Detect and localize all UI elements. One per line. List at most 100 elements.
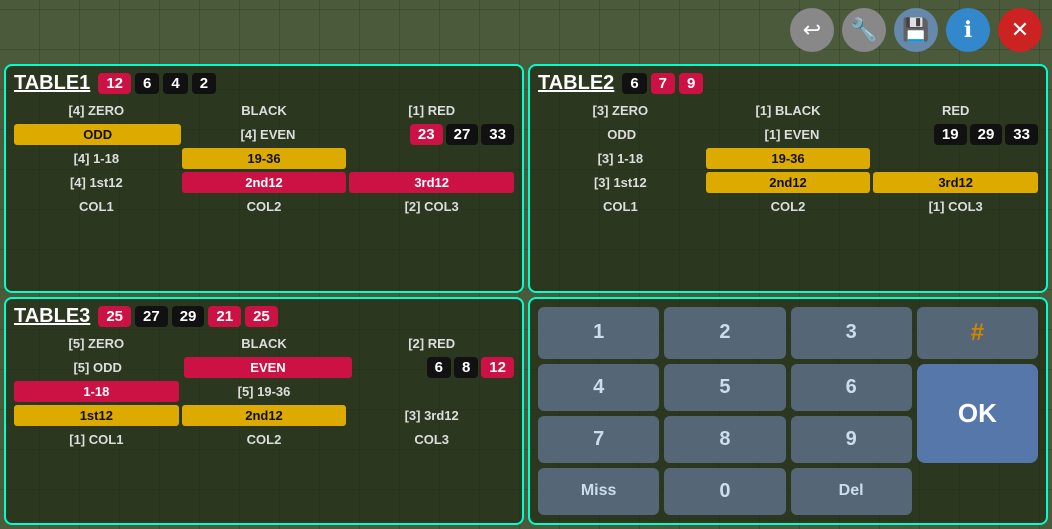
toolbar: ↩ 🔧 💾 ℹ ✕ bbox=[790, 8, 1042, 52]
t1-1936[interactable]: 19-36 bbox=[182, 148, 347, 169]
t2-col2[interactable]: COL2 bbox=[706, 196, 871, 217]
table3-row-4: [1] COL1 COL2 COL3 bbox=[14, 429, 514, 450]
t3-1st12[interactable]: 1st12 bbox=[14, 405, 179, 426]
t3-black[interactable]: BLACK bbox=[182, 333, 347, 354]
wrench-button[interactable]: 🔧 bbox=[842, 8, 886, 52]
t2-black[interactable]: [1] BLACK bbox=[706, 100, 871, 121]
table3-panel: TABLE3 25 27 29 21 25 [5] ZERO BLACK [2]… bbox=[4, 297, 524, 526]
back-button[interactable]: ↩ bbox=[790, 8, 834, 52]
table2-row-0: [3] ZERO [1] BLACK RED bbox=[538, 100, 1038, 121]
t3-3rd12[interactable]: [3] 3rd12 bbox=[349, 405, 514, 426]
t3-extra-12: 12 bbox=[481, 357, 514, 378]
t1-extra-27: 27 bbox=[446, 124, 479, 145]
key-del[interactable]: Del bbox=[791, 468, 912, 515]
t1-3rd12[interactable]: 3rd12 bbox=[349, 172, 514, 193]
key-4[interactable]: 4 bbox=[538, 364, 659, 411]
t3-odd[interactable]: [5] ODD bbox=[14, 357, 181, 378]
key-miss[interactable]: Miss bbox=[538, 468, 659, 515]
key-5[interactable]: 5 bbox=[664, 364, 785, 411]
t2-extra-29: 29 bbox=[970, 124, 1003, 145]
table1-badge-3: 2 bbox=[192, 73, 216, 94]
t3-1936[interactable]: [5] 19-36 bbox=[182, 381, 347, 402]
t2-118[interactable]: [3] 1-18 bbox=[538, 148, 703, 169]
t2-empty bbox=[873, 156, 1038, 162]
t2-1936[interactable]: 19-36 bbox=[706, 148, 871, 169]
t1-col1[interactable]: COL1 bbox=[14, 196, 179, 217]
t1-extra-23: 23 bbox=[410, 124, 443, 145]
key-7[interactable]: 7 bbox=[538, 416, 659, 463]
table3-row-3: 1st12 2nd12 [3] 3rd12 bbox=[14, 405, 514, 426]
table1-row-3: [4] 1st12 2nd12 3rd12 bbox=[14, 172, 514, 193]
table3-badge-3: 21 bbox=[208, 306, 241, 327]
t2-2nd12[interactable]: 2nd12 bbox=[706, 172, 871, 193]
table3-badge-2: 29 bbox=[172, 306, 205, 327]
t1-2nd12[interactable]: 2nd12 bbox=[182, 172, 347, 193]
key-8[interactable]: 8 bbox=[664, 416, 785, 463]
table1-badge-2: 4 bbox=[163, 73, 187, 94]
ok-button[interactable]: OK bbox=[917, 364, 1038, 463]
t3-red[interactable]: [2] RED bbox=[349, 333, 514, 354]
table2-header: TABLE2 6 7 9 bbox=[538, 72, 1038, 95]
save-button[interactable]: 💾 bbox=[894, 8, 938, 52]
table3-row-2: 1-18 [5] 19-36 bbox=[14, 381, 514, 402]
t3-extra-8: 8 bbox=[454, 357, 478, 378]
t3-col3[interactable]: COL3 bbox=[349, 429, 514, 450]
table1-badge-0: 12 bbox=[98, 73, 131, 94]
t2-col1[interactable]: COL1 bbox=[538, 196, 703, 217]
t1-zero[interactable]: [4] ZERO bbox=[14, 100, 179, 121]
t2-col3[interactable]: [1] COL3 bbox=[873, 196, 1038, 217]
t3-col2[interactable]: COL2 bbox=[182, 429, 347, 450]
t2-extra-19: 19 bbox=[934, 124, 967, 145]
key-2[interactable]: 2 bbox=[664, 307, 785, 359]
table1-row-0: [4] ZERO BLACK [1] RED bbox=[14, 100, 514, 121]
table1-row-1: ODD [4] EVEN 23 27 33 bbox=[14, 124, 514, 145]
t1-red[interactable]: [1] RED bbox=[349, 100, 514, 121]
key-0[interactable]: 0 bbox=[664, 468, 785, 515]
table1-row-2: [4] 1-18 19-36 bbox=[14, 148, 514, 169]
t3-even[interactable]: EVEN bbox=[184, 357, 351, 378]
key-9[interactable]: 9 bbox=[791, 416, 912, 463]
t1-empty bbox=[349, 156, 514, 162]
t3-118[interactable]: 1-18 bbox=[14, 381, 179, 402]
t1-118[interactable]: [4] 1-18 bbox=[14, 148, 179, 169]
table3-badge-0: 25 bbox=[98, 306, 131, 327]
info-button[interactable]: ℹ bbox=[946, 8, 990, 52]
t1-black[interactable]: BLACK bbox=[182, 100, 347, 121]
numpad-panel: 1 2 3 # 4 5 6 OK 7 8 9 Miss 0 Del bbox=[528, 297, 1048, 526]
t3-col1[interactable]: [1] COL1 bbox=[14, 429, 179, 450]
t2-red[interactable]: RED bbox=[873, 100, 1038, 121]
main-area: TABLE1 12 6 4 2 [4] ZERO BLACK [1] RED O… bbox=[0, 60, 1052, 529]
t2-3rd12[interactable]: 3rd12 bbox=[873, 172, 1038, 193]
table3-header: TABLE3 25 27 29 21 25 bbox=[14, 305, 514, 328]
key-1[interactable]: 1 bbox=[538, 307, 659, 359]
table2-row-3: [3] 1st12 2nd12 3rd12 bbox=[538, 172, 1038, 193]
t1-col2[interactable]: COL2 bbox=[182, 196, 347, 217]
t3-extra-6: 6 bbox=[427, 357, 451, 378]
table2-row-2: [3] 1-18 19-36 bbox=[538, 148, 1038, 169]
t2-1st12[interactable]: [3] 1st12 bbox=[538, 172, 703, 193]
t2-even[interactable]: [1] EVEN bbox=[708, 124, 875, 145]
t1-col3[interactable]: [2] COL3 bbox=[349, 196, 514, 217]
table3-row-1: [5] ODD EVEN 6 8 12 bbox=[14, 357, 514, 378]
close-button[interactable]: ✕ bbox=[998, 8, 1042, 52]
t2-extra-33: 33 bbox=[1005, 124, 1038, 145]
table2-badge-2: 9 bbox=[679, 73, 703, 94]
key-hash[interactable]: # bbox=[917, 307, 1038, 359]
table2-panel: TABLE2 6 7 9 [3] ZERO [1] BLACK RED ODD … bbox=[528, 64, 1048, 293]
t3-2nd12[interactable]: 2nd12 bbox=[182, 405, 347, 426]
table1-row-4: COL1 COL2 [2] COL3 bbox=[14, 196, 514, 217]
t2-odd[interactable]: ODD bbox=[538, 124, 705, 145]
table2-badge-0: 6 bbox=[622, 73, 646, 94]
t1-1st12[interactable]: [4] 1st12 bbox=[14, 172, 179, 193]
table3-title: TABLE3 bbox=[14, 305, 90, 328]
key-6[interactable]: 6 bbox=[791, 364, 912, 411]
table1-panel: TABLE1 12 6 4 2 [4] ZERO BLACK [1] RED O… bbox=[4, 64, 524, 293]
t1-even[interactable]: [4] EVEN bbox=[184, 124, 351, 145]
table1-title: TABLE1 bbox=[14, 72, 90, 95]
table1-badge-1: 6 bbox=[135, 73, 159, 94]
t3-zero[interactable]: [5] ZERO bbox=[14, 333, 179, 354]
table1-header: TABLE1 12 6 4 2 bbox=[14, 72, 514, 95]
t1-odd[interactable]: ODD bbox=[14, 124, 181, 145]
t2-zero[interactable]: [3] ZERO bbox=[538, 100, 703, 121]
key-3[interactable]: 3 bbox=[791, 307, 912, 359]
